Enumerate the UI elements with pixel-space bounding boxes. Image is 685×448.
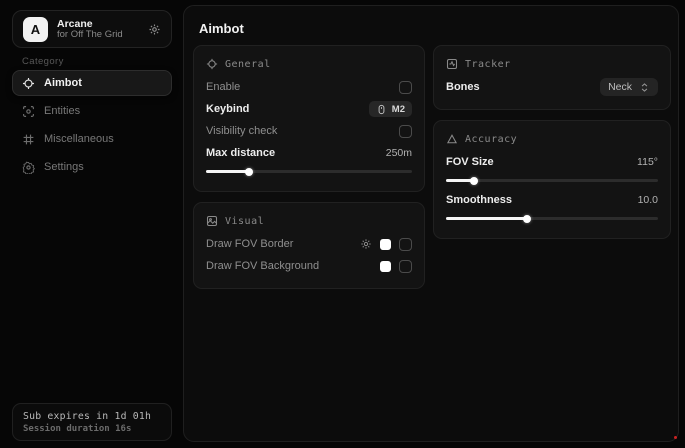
visual-card: Visual Draw FOV Border Draw FOV Back [193, 202, 425, 289]
keybind-button[interactable]: M2 [369, 101, 412, 117]
bones-row: Bones Neck [446, 76, 658, 98]
visibility-check-checkbox[interactable] [399, 125, 412, 138]
gear-icon[interactable] [148, 23, 161, 36]
draw-fov-border-label: Draw FOV Border [206, 238, 293, 250]
app-logo: A [23, 17, 48, 42]
fov-size-label: FOV Size [446, 156, 494, 168]
chevrons-up-down-icon [639, 82, 650, 93]
subscription-info-card: Sub expires in 1d 01h Session duration 1… [12, 403, 172, 441]
smoothness-slider[interactable] [446, 212, 658, 224]
tracker-icon [446, 58, 458, 70]
main-panel: Aimbot General Enable Keybind [183, 5, 679, 442]
triangle-icon [446, 133, 458, 145]
sidebar-item-settings[interactable]: Settings [12, 154, 172, 180]
smoothness-value: 10.0 [638, 194, 658, 206]
bones-selected-value: Neck [608, 81, 632, 93]
card-title: Visual [225, 216, 264, 227]
red-dot [674, 436, 677, 439]
draw-fov-background-checkbox[interactable] [399, 260, 412, 273]
max-distance-row: Max distance 250m [206, 142, 412, 164]
sidebar-item-aimbot[interactable]: Aimbot [12, 70, 172, 96]
fov-border-color-swatch[interactable] [380, 239, 391, 250]
hash-grid-icon [22, 133, 35, 146]
draw-fov-background-label: Draw FOV Background [206, 260, 319, 272]
gear-icon [22, 161, 35, 174]
app-titles: Arcane for Off The Grid [57, 18, 139, 41]
slider-handle[interactable] [521, 213, 532, 224]
bones-label: Bones [446, 81, 480, 93]
enable-label: Enable [206, 81, 240, 93]
visibility-check-row: Visibility check [206, 120, 412, 142]
sidebar-item-label: Aimbot [44, 77, 82, 89]
session-duration-text: Session duration 16s [23, 424, 161, 434]
keybind-label: Keybind [206, 103, 249, 115]
bones-select[interactable]: Neck [600, 78, 658, 96]
draw-fov-border-checkbox[interactable] [399, 238, 412, 251]
sidebar-item-miscellaneous[interactable]: Miscellaneous [12, 126, 172, 152]
card-title: Accuracy [465, 134, 517, 145]
slider-handle[interactable] [244, 166, 255, 177]
card-title: Tracker [465, 59, 511, 70]
right-column: Tracker Bones Neck [433, 45, 671, 249]
slider-fill [206, 170, 249, 173]
max-distance-slider[interactable] [206, 165, 412, 177]
slider-handle[interactable] [468, 175, 479, 186]
draw-fov-background-row: Draw FOV Background [206, 255, 412, 277]
left-column: General Enable Keybind M2 [193, 45, 425, 299]
crosshair-icon [206, 58, 218, 70]
sidebar-item-entities[interactable]: Entities [12, 98, 172, 124]
max-distance-value: 250m [386, 147, 412, 159]
app-logo-card: A Arcane for Off The Grid [12, 10, 172, 48]
sub-expiry-text: Sub expires in 1d 01h [23, 411, 161, 422]
enable-row: Enable [206, 76, 412, 98]
sidebar-nav: Aimbot Entities Miscellaneous [12, 70, 172, 182]
keybind-row: Keybind M2 [206, 98, 412, 120]
fov-size-row: FOV Size 115° [446, 151, 658, 173]
app-logo-letter: A [31, 22, 40, 37]
category-label: Category [22, 56, 64, 67]
fov-size-slider[interactable] [446, 174, 658, 186]
keybind-value: M2 [392, 104, 405, 115]
smoothness-row: Smoothness 10.0 [446, 189, 658, 211]
sidebar-item-label: Settings [44, 161, 84, 173]
slider-fill [446, 217, 527, 220]
general-card: General Enable Keybind M2 [193, 45, 425, 192]
max-distance-label: Max distance [206, 147, 275, 159]
image-icon [206, 215, 218, 227]
fov-background-color-swatch[interactable] [380, 261, 391, 272]
tracker-card: Tracker Bones Neck [433, 45, 671, 110]
app-name: Arcane [57, 18, 139, 30]
sidebar: A Arcane for Off The Grid Category Aimbo… [8, 0, 176, 448]
sidebar-item-label: Entities [44, 105, 80, 117]
app-subtitle: for Off The Grid [57, 30, 139, 41]
visibility-check-label: Visibility check [206, 125, 277, 137]
entity-scan-icon [22, 105, 35, 118]
fov-size-value: 115° [637, 156, 658, 168]
card-title: General [225, 59, 271, 70]
crosshair-icon [22, 77, 35, 90]
accuracy-card: Accuracy FOV Size 115° Smoothness 10.0 [433, 120, 671, 239]
draw-fov-border-row: Draw FOV Border [206, 233, 412, 255]
smoothness-label: Smoothness [446, 194, 512, 206]
page-title: Aimbot [199, 21, 244, 36]
mouse-icon [376, 104, 387, 115]
gear-icon[interactable] [360, 238, 372, 250]
sidebar-item-label: Miscellaneous [44, 133, 114, 145]
enable-checkbox[interactable] [399, 81, 412, 94]
